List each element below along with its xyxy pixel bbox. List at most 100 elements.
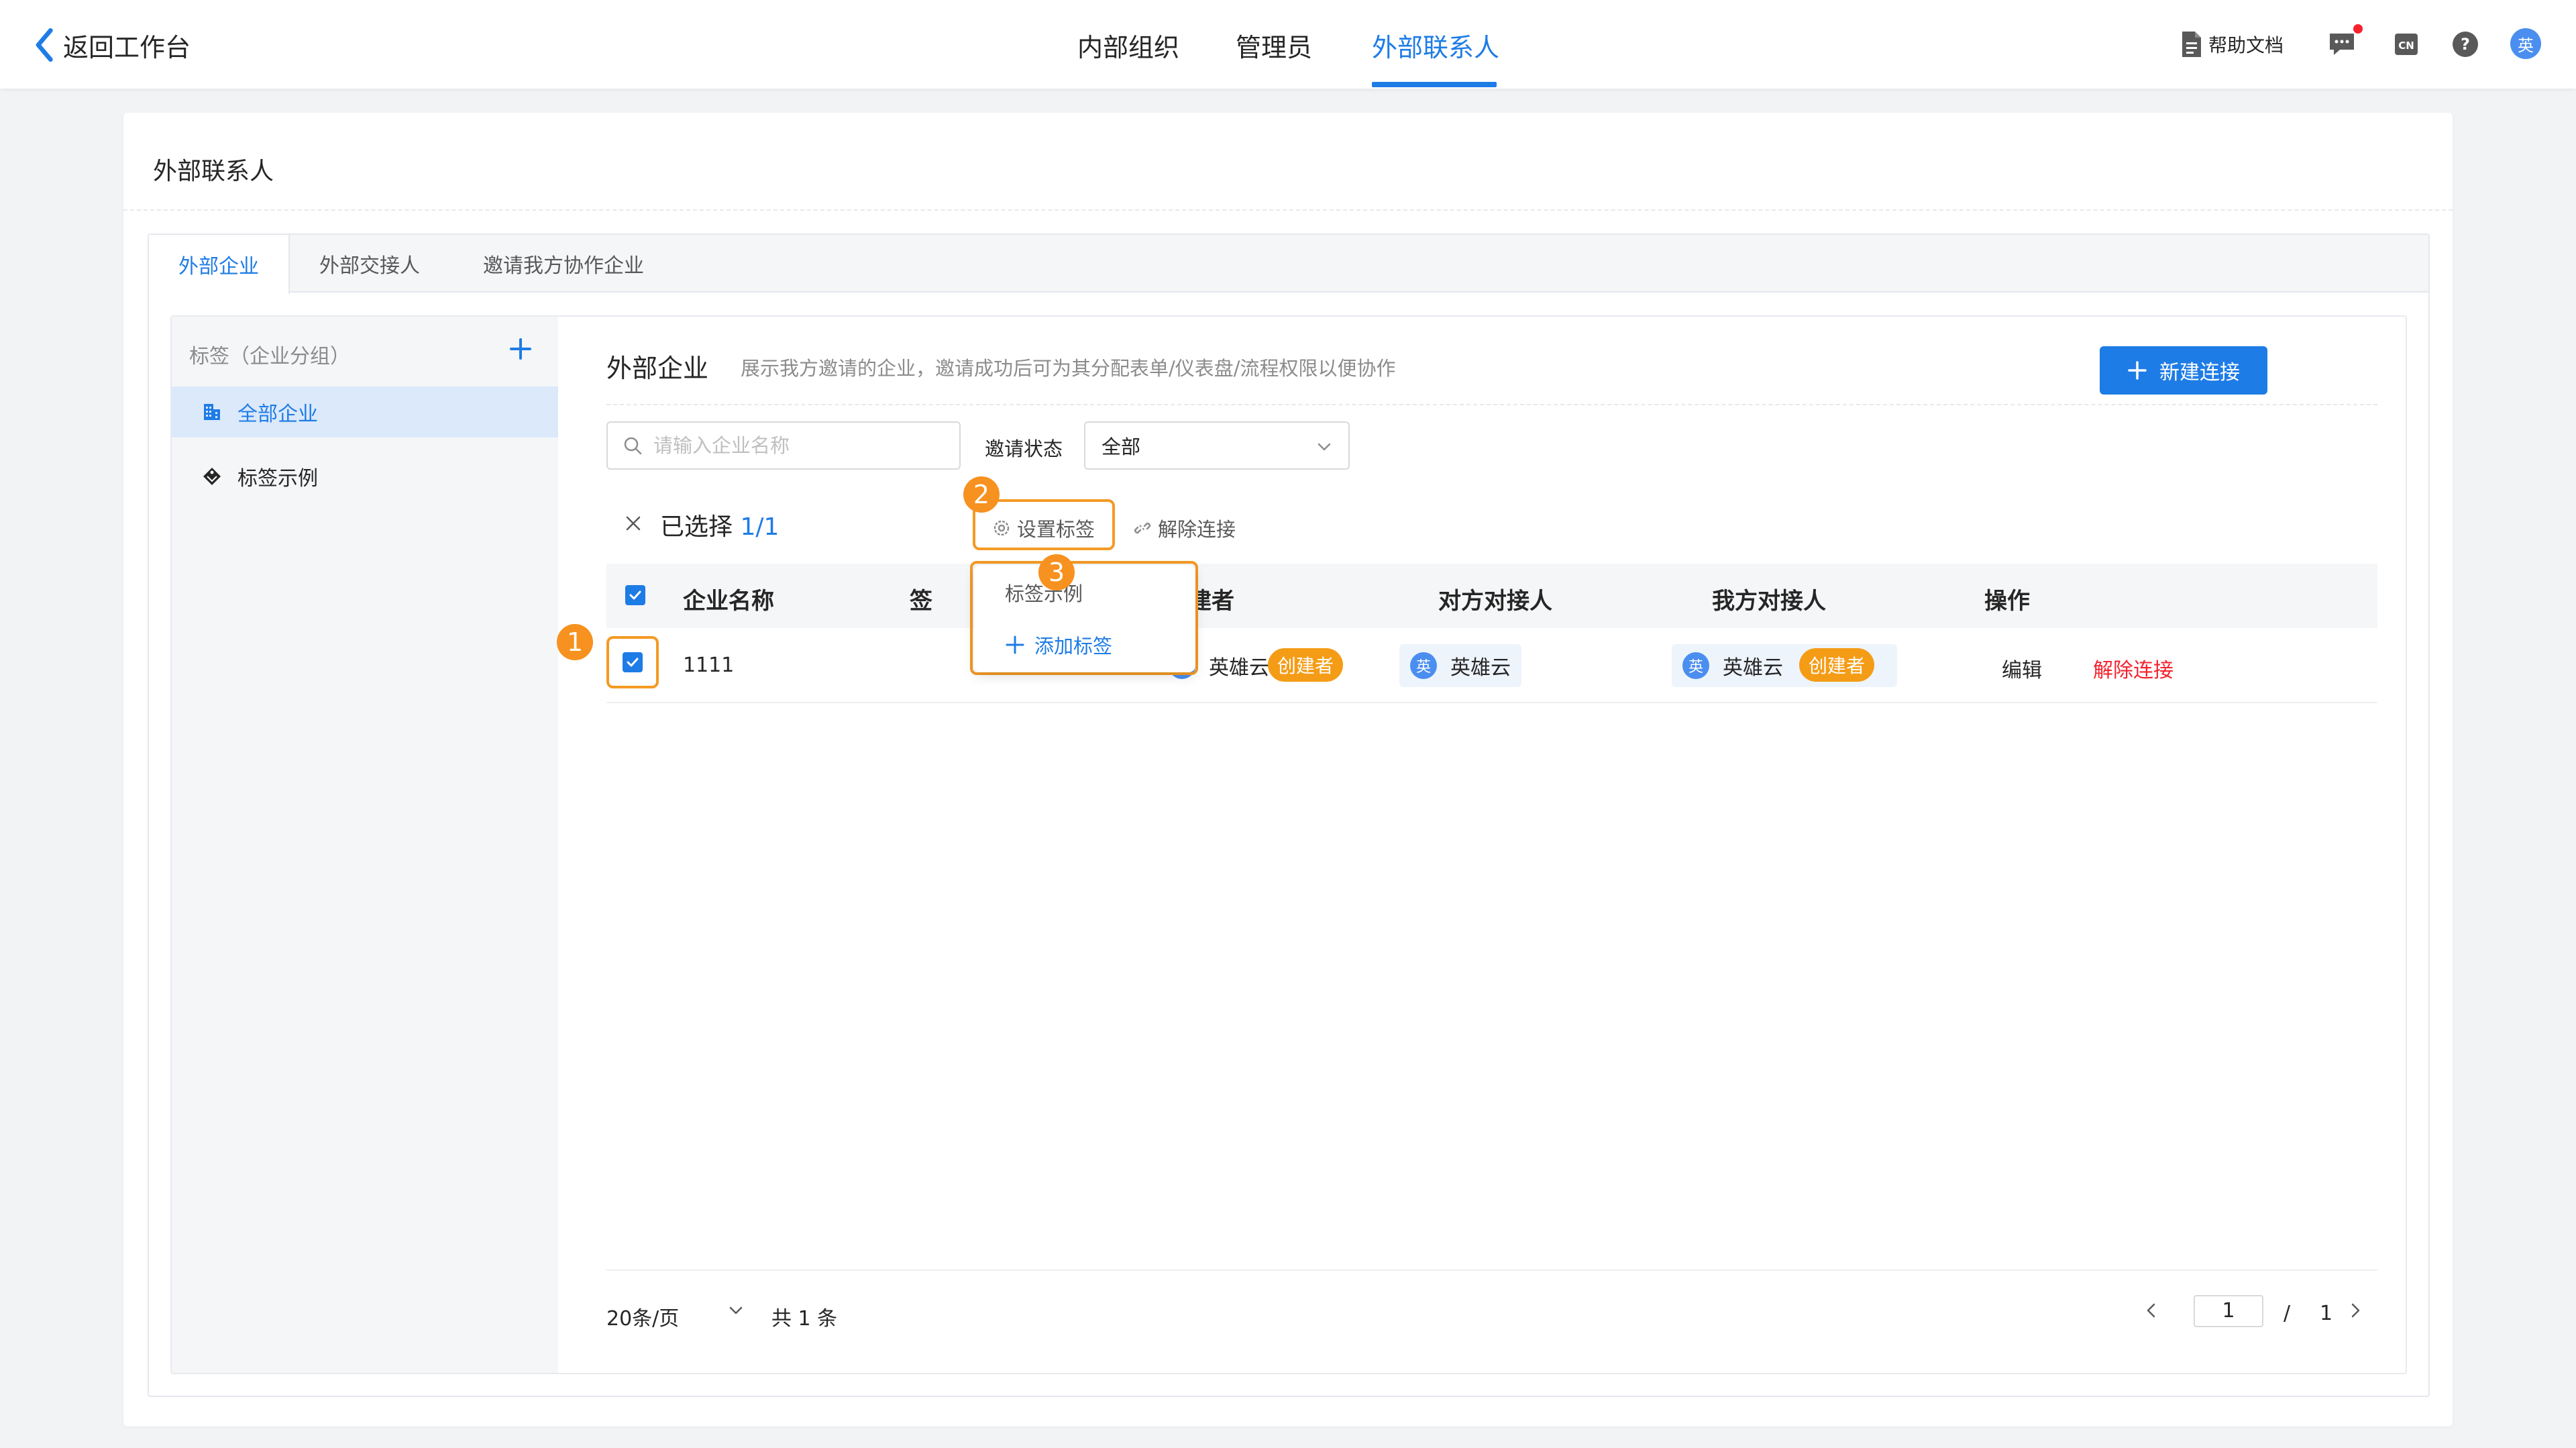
user-avatar[interactable]: 英: [2510, 28, 2541, 59]
messages-button[interactable]: [2328, 28, 2356, 60]
help-button[interactable]: ?: [2451, 28, 2479, 60]
company-search-input[interactable]: [653, 434, 949, 457]
their-contact-chip: 英 英雄云: [1399, 644, 1521, 687]
col-our-contact: 我方对接人: [1712, 588, 1826, 615]
set-tag-button[interactable]: 设置标签: [991, 514, 1095, 542]
total-count: 共 1 条: [771, 1307, 838, 1331]
chevron-left-icon: [36, 28, 53, 62]
tabs-container: 外部企业 外部交接人 邀请我方协作企业 标签（企业分组） 全部企业 标签示例 外…: [148, 234, 2430, 1397]
notification-dot: [2353, 24, 2363, 34]
creator-badge: 创建者: [1268, 648, 1344, 682]
step-marker-1: 1: [557, 624, 593, 660]
disconnect-selected-label: 解除连接: [1158, 518, 1236, 541]
back-to-workbench-button[interactable]: 返回工作台: [34, 25, 191, 64]
building-icon: [204, 404, 220, 420]
sidebar-heading: 标签（企业分组）: [189, 345, 350, 368]
company-name: 1111: [683, 654, 735, 677]
tag-sidebar: 标签（企业分组） 全部企业 标签示例: [172, 317, 558, 1373]
next-page-icon[interactable]: [2345, 1300, 2365, 1321]
step-marker-2: 2: [963, 476, 1000, 513]
sidebar-item-label: 标签示例: [237, 467, 318, 490]
svg-text:?: ?: [2461, 35, 2470, 54]
status-filter-label: 邀请状态: [985, 437, 1063, 460]
selection-label: 已选择: [660, 513, 733, 541]
pager-divider: [606, 1270, 2377, 1271]
tab-invite-collaborators[interactable]: 邀请我方协作企业: [483, 235, 644, 293]
prev-page-icon[interactable]: [2141, 1300, 2161, 1321]
total-pages: 1: [2320, 1302, 2333, 1325]
message-icon: [2330, 34, 2354, 55]
content-panel: 标签（企业分组） 全部企业 标签示例 外部企业 展示我方邀请的企业，邀请成功后可…: [170, 315, 2407, 1374]
status-filter-value: 全部: [1102, 435, 1141, 458]
their-contact-avatar: 英: [1410, 652, 1437, 679]
step-marker-3: 3: [1038, 554, 1075, 590]
disconnect-link[interactable]: 解除连接: [2093, 654, 2174, 683]
unlink-icon: [1134, 522, 1151, 534]
our-contact-creator-badge: 创建者: [1799, 648, 1875, 682]
edit-link[interactable]: 编辑: [2002, 654, 2042, 683]
nav-external-contacts[interactable]: 外部联系人: [1372, 27, 1499, 64]
tabs-bar: 外部企业 外部交接人 邀请我方协作企业: [149, 235, 2428, 294]
tag-icon: [203, 468, 221, 485]
set-tag-label: 设置标签: [1017, 518, 1095, 541]
company-search: [606, 421, 961, 470]
their-contact-name: 英雄云: [1450, 656, 1511, 680]
clear-selection-icon[interactable]: [624, 514, 643, 533]
row-checkbox[interactable]: [623, 652, 643, 672]
nav-admin[interactable]: 管理员: [1236, 27, 1312, 64]
main-card: 外部联系人 外部企业 外部交接人 邀请我方协作企业 标签（企业分组） 全部企业 …: [123, 113, 2453, 1427]
check-icon: [629, 590, 641, 600]
page-size-chevron-icon[interactable]: [726, 1300, 746, 1321]
section-title: 外部企业: [606, 354, 709, 383]
section-description: 展示我方邀请的企业，邀请成功后可为其分配表单/仪表盘/流程权限以便协作: [741, 357, 1396, 380]
our-contact-avatar: 英: [1682, 652, 1709, 679]
top-bar: 返回工作台 内部组织 管理员 外部联系人 帮助文档 CN ? 英: [0, 0, 2576, 89]
selection-summary: 已选择 1/1: [660, 507, 779, 542]
language-icon: CN: [2395, 34, 2418, 55]
creator-name: 英雄云: [1209, 656, 1269, 680]
back-label: 返回工作台: [63, 32, 191, 62]
status-filter-select[interactable]: 全部: [1084, 421, 1350, 470]
page-separator: /: [2284, 1302, 2291, 1325]
check-icon: [627, 658, 639, 667]
help-docs-label: 帮助文档: [2208, 34, 2284, 56]
table-row[interactable]: 1111 英 英雄云 创建者 英 英雄云 英 英雄云 创建者: [606, 628, 2377, 703]
add-tag-label: 添加标签: [1034, 635, 1113, 658]
plus-icon: [1006, 635, 1024, 654]
plus-icon: [2128, 361, 2147, 380]
search-icon: [624, 437, 642, 455]
page-size: 20条/页: [606, 1307, 680, 1331]
selection-count: 1/1: [740, 513, 780, 541]
tag-dropdown: 标签示例 添加标签: [974, 565, 1195, 672]
col-their-contact: 对方对接人: [1438, 588, 1552, 615]
companies-main: 外部企业 展示我方邀请的企业，邀请成功后可为其分配表单/仪表盘/流程权限以便协作…: [558, 317, 2407, 1373]
sidebar-item-all-companies[interactable]: 全部企业: [172, 386, 558, 437]
col-tags: 签: [910, 588, 932, 615]
page-title: 外部联系人: [153, 158, 274, 185]
sidebar-item-label: 全部企业: [237, 403, 318, 426]
sidebar-item-tag-example[interactable]: 标签示例: [172, 451, 558, 502]
nav-active-indicator: [1372, 82, 1497, 87]
language-switch-button[interactable]: CN: [2394, 28, 2420, 60]
table-header: 企业名称 签 创建者 对方对接人 我方对接人 操作: [606, 564, 2377, 628]
nav-internal-org[interactable]: 内部组织: [1077, 27, 1179, 64]
svg-text:CN: CN: [2398, 40, 2414, 52]
col-actions: 操作: [1984, 588, 2030, 615]
gear-icon: [994, 520, 1010, 536]
dropdown-item-tag-example[interactable]: 标签示例: [974, 569, 1195, 616]
new-connection-label: 新建连接: [2159, 361, 2240, 384]
section-divider: [606, 404, 2377, 405]
chevron-down-icon: [1318, 443, 1331, 451]
page-number-input[interactable]: 1: [2194, 1295, 2263, 1327]
document-icon: [2182, 32, 2201, 57]
add-tag-group-icon[interactable]: [507, 335, 534, 362]
new-connection-button[interactable]: 新建连接: [2100, 346, 2267, 395]
help-docs-button[interactable]: 帮助文档: [2180, 28, 2284, 60]
col-company-name: 企业名称: [683, 588, 774, 615]
tab-external-handovers[interactable]: 外部交接人: [319, 235, 420, 293]
tab-external-companies[interactable]: 外部企业: [149, 235, 290, 294]
dropdown-add-tag[interactable]: 添加标签: [974, 621, 1195, 668]
select-all-checkbox[interactable]: [625, 585, 645, 605]
question-icon: ?: [2453, 32, 2478, 57]
disconnect-selected-button[interactable]: 解除连接: [1132, 514, 1236, 542]
